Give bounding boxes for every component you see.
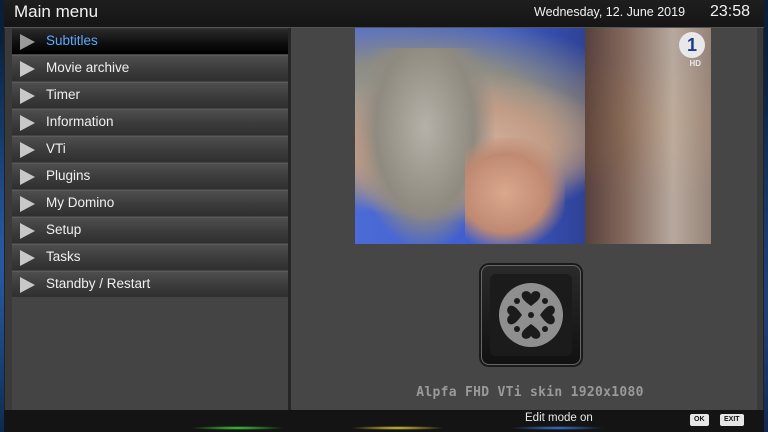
main-menu-list: Subtitles Movie archive Timer Informatio… bbox=[12, 28, 288, 410]
play-arrow-icon bbox=[20, 61, 35, 77]
menu-item-vti[interactable]: VTi bbox=[12, 136, 288, 162]
menu-item-timer[interactable]: Timer bbox=[12, 82, 288, 108]
play-arrow-icon bbox=[20, 115, 35, 131]
play-arrow-icon bbox=[20, 250, 35, 266]
menu-item-setup[interactable]: Setup bbox=[12, 217, 288, 243]
skin-name-label: Alpfa FHD VTi skin 1920x1080 bbox=[416, 385, 644, 400]
play-arrow-icon bbox=[20, 169, 35, 185]
menu-item-label: Standby / Restart bbox=[46, 276, 151, 291]
date-display: Wednesday, 12. June 2019 bbox=[534, 5, 686, 19]
menu-item-label: Plugins bbox=[46, 168, 91, 183]
menu-item-label: Information bbox=[46, 114, 114, 129]
yellow-key-indicator bbox=[350, 426, 445, 430]
plugin-icon-frame bbox=[481, 265, 581, 365]
menu-item-subtitles[interactable]: Subtitles bbox=[12, 28, 288, 54]
tv-preview-window: 1 HD bbox=[355, 28, 711, 244]
clock: 23:58 bbox=[710, 3, 751, 20]
menu-item-standby-restart[interactable]: Standby / Restart bbox=[12, 271, 288, 297]
play-arrow-icon bbox=[20, 34, 35, 50]
edit-mode-status: Edit mode on bbox=[525, 412, 593, 424]
menu-item-information[interactable]: Information bbox=[12, 109, 288, 135]
preview-scene-face bbox=[465, 138, 565, 244]
ok-button[interactable]: OK bbox=[690, 414, 709, 426]
menu-item-movie-archive[interactable]: Movie archive bbox=[12, 55, 288, 81]
play-arrow-icon bbox=[20, 277, 35, 293]
menu-item-label: Timer bbox=[46, 87, 80, 102]
menu-item-my-domino[interactable]: My Domino bbox=[12, 190, 288, 216]
hd-badge: HD bbox=[689, 59, 701, 68]
menu-item-label: VTi bbox=[46, 141, 66, 156]
play-arrow-icon bbox=[20, 88, 35, 104]
menu-item-tasks[interactable]: Tasks bbox=[12, 244, 288, 270]
header-bar: Main menu Wednesday, 12. June 2019 23:58 bbox=[4, 0, 764, 28]
red-key-indicator bbox=[190, 426, 285, 430]
play-arrow-icon bbox=[20, 196, 35, 212]
menu-item-label: Movie archive bbox=[46, 60, 130, 75]
menu-item-label: Subtitles bbox=[46, 33, 98, 48]
menu-item-label: Tasks bbox=[46, 249, 81, 264]
play-arrow-icon bbox=[20, 142, 35, 158]
page-title: Main menu bbox=[14, 2, 99, 21]
domino-heart-icon bbox=[490, 274, 572, 356]
menu-item-label: Setup bbox=[46, 222, 82, 237]
play-arrow-icon bbox=[20, 223, 35, 239]
channel-logo-icon: 1 bbox=[679, 32, 705, 58]
blue-key-indicator bbox=[510, 426, 605, 430]
exit-button[interactable]: EXIT bbox=[720, 414, 744, 426]
menu-item-label: My Domino bbox=[46, 195, 115, 210]
menu-item-plugins[interactable]: Plugins bbox=[12, 163, 288, 189]
